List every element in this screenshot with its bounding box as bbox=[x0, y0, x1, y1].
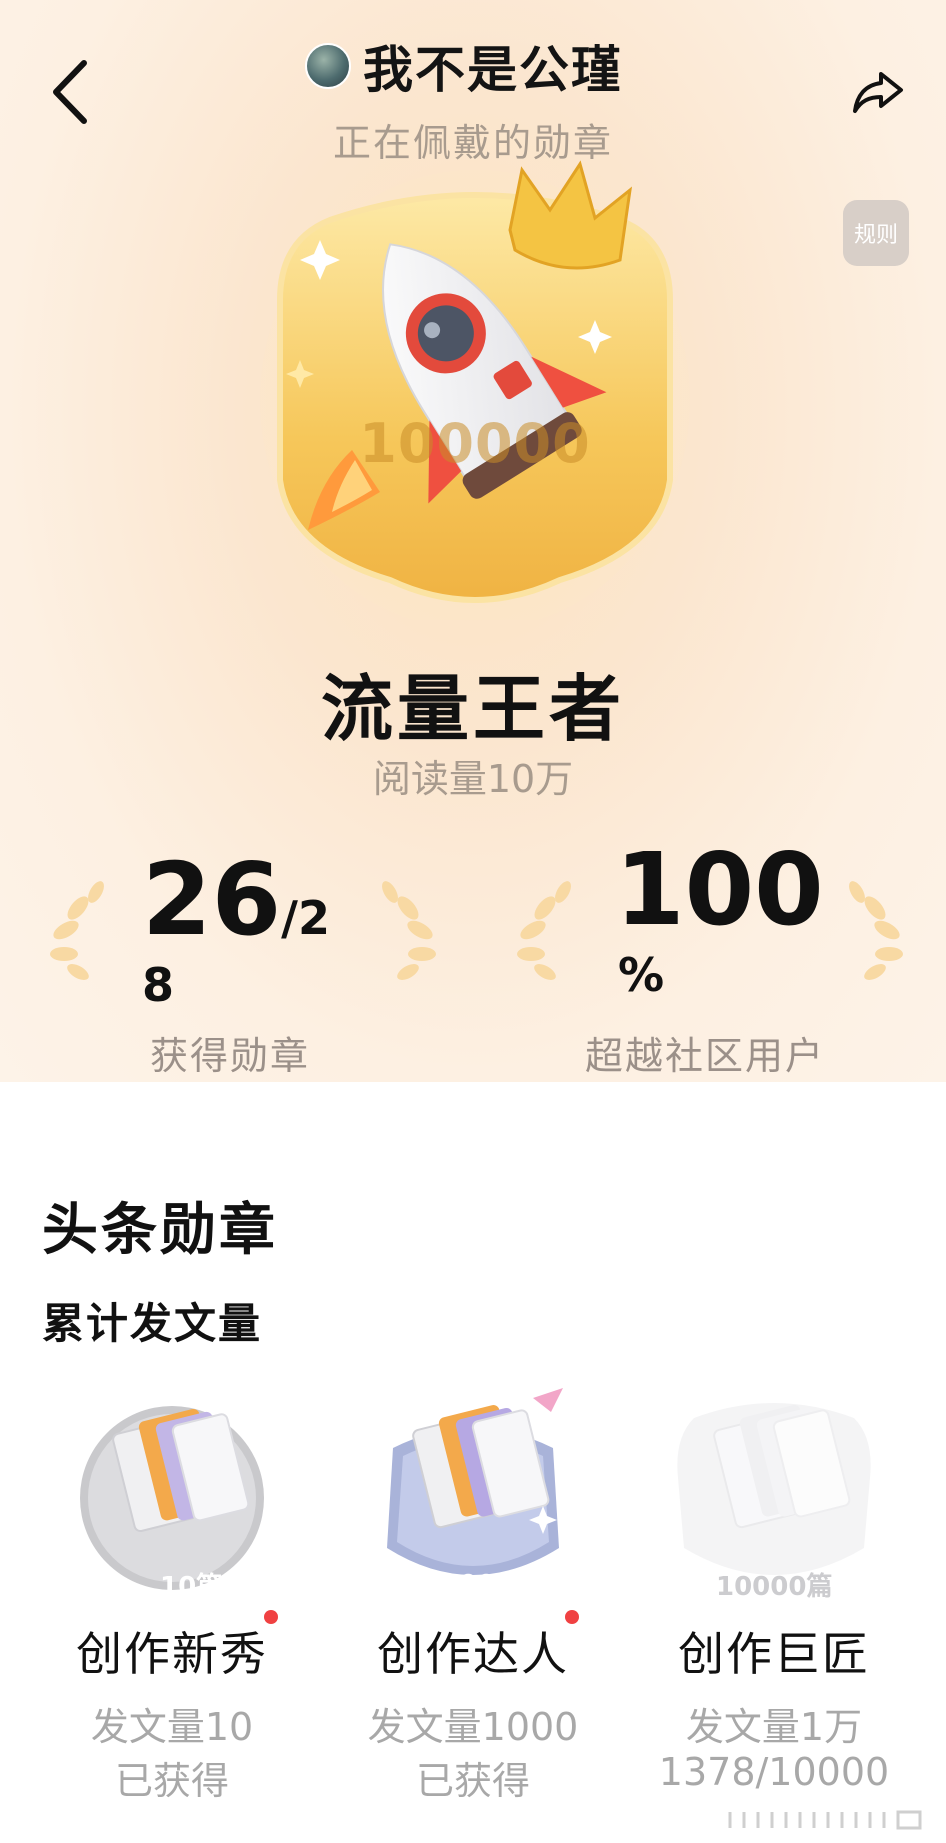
medal-card-2[interactable]: 1000篇 创作达人 发文量1000 已获得 bbox=[333, 1378, 613, 1803]
badge-subtitle: 阅读量10万 bbox=[372, 757, 574, 801]
percentile-value: 100 bbox=[615, 831, 824, 948]
watermark-graphic bbox=[728, 1810, 922, 1830]
medal-plate-3: 10000篇 bbox=[716, 1572, 833, 1602]
medal-name-3: 创作巨匠 bbox=[678, 1627, 870, 1681]
laurel-icon bbox=[382, 881, 436, 980]
medal-name-2: 创作达人 bbox=[377, 1627, 569, 1681]
medal-status-3: 1378/10000 bbox=[658, 1750, 890, 1794]
section-title: 头条勋章 bbox=[42, 1198, 278, 1263]
share-icon bbox=[853, 72, 903, 113]
medal-status-2: 已获得 bbox=[415, 1759, 530, 1803]
laurel-icon bbox=[50, 881, 104, 980]
section-subtitle: 累计发文量 bbox=[42, 1299, 263, 1348]
badge-plate-value: 100000 bbox=[359, 412, 591, 475]
medal-desc-2: 发文量1000 bbox=[367, 1705, 579, 1749]
medal-desc-1: 发文量10 bbox=[90, 1705, 254, 1749]
medal-desc-3: 发文量1万 bbox=[685, 1705, 863, 1749]
medal-card-3[interactable]: 10000篇 创作巨匠 发文量1万 1378/10000 bbox=[634, 1378, 914, 1798]
username: 我不是公瑾 bbox=[363, 41, 623, 99]
current-badge[interactable]: 100000 bbox=[260, 160, 690, 630]
medal-plate-2: 1000篇 bbox=[441, 1570, 540, 1600]
medal-name-1: 创作新秀 bbox=[76, 1627, 268, 1681]
wearing-label: 正在佩戴的勋章 bbox=[332, 121, 613, 165]
header-user[interactable]: 我不是公瑾 bbox=[305, 36, 623, 99]
rules-button[interactable]: 规则 bbox=[843, 200, 909, 266]
earned-total-suffix: 8 bbox=[142, 958, 175, 1012]
crown-icon bbox=[508, 160, 633, 270]
silver-medal-icon bbox=[80, 1406, 264, 1590]
earned-stat[interactable]: 26/2 bbox=[142, 850, 330, 950]
percentile-label: 超越社区用户 bbox=[585, 1034, 826, 1078]
percentile-unit: % bbox=[618, 948, 665, 1002]
medal-card-1[interactable]: 10篇 创作新秀 发文量10 已获得 bbox=[32, 1378, 312, 1803]
badge-title: 流量王者 bbox=[320, 667, 625, 751]
medal-status-1: 已获得 bbox=[114, 1759, 229, 1803]
medal-plate-1: 10篇 bbox=[160, 1572, 223, 1602]
percentile-stat[interactable]: 100 bbox=[615, 840, 824, 940]
laurel-icon bbox=[517, 881, 571, 980]
badge-hero-panel: 我不是公瑾 正在佩戴的勋章 规则 100000 流量王者 阅读量10万 26/2… bbox=[0, 0, 946, 1082]
badge-shield-graphic bbox=[260, 160, 690, 630]
laurel-icon bbox=[849, 881, 903, 980]
locked-medal-icon bbox=[677, 1403, 871, 1575]
earned-count: 26 bbox=[142, 841, 282, 958]
avatar[interactable] bbox=[305, 43, 351, 89]
earned-label: 获得勋章 bbox=[150, 1034, 311, 1078]
earned-total-prefix: /2 bbox=[281, 891, 330, 945]
